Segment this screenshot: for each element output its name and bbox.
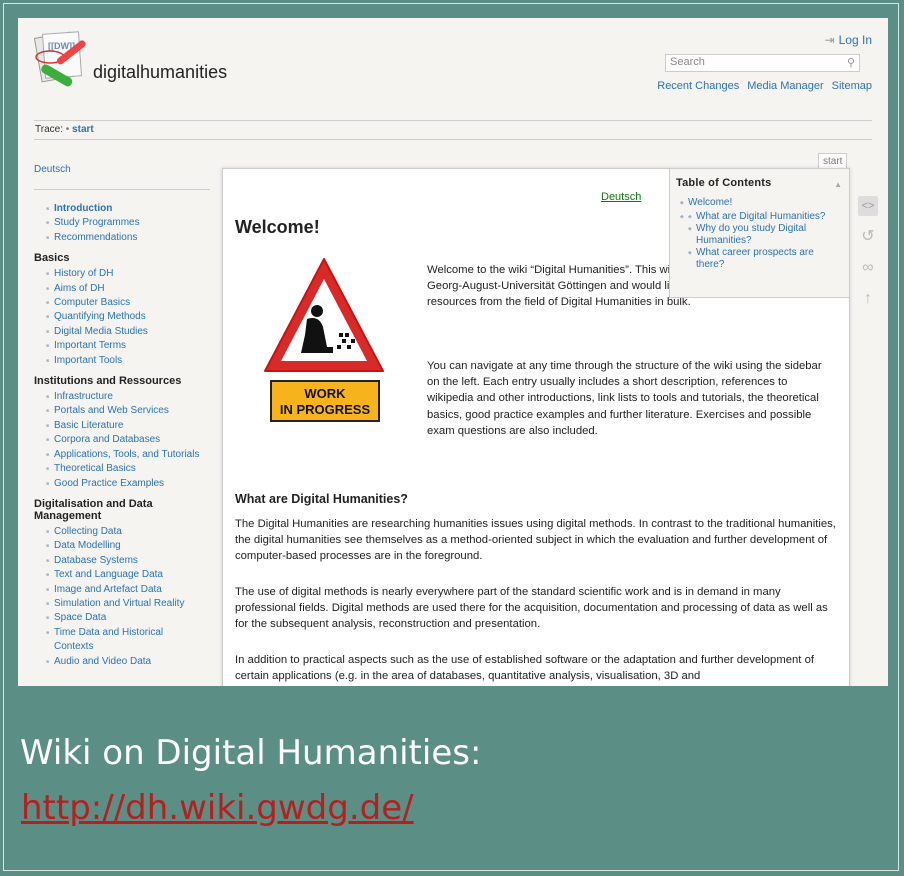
- sidebar-lang-link[interactable]: Deutsch: [34, 164, 224, 175]
- section-heading: What are Digital Humanities?: [235, 492, 408, 506]
- back-to-top-icon[interactable]: ↑: [858, 289, 878, 309]
- sidebar-item[interactable]: Basic Literature: [46, 419, 224, 434]
- sidebar-item[interactable]: Database Systems: [46, 554, 224, 569]
- sidebar-item[interactable]: Audio and Video Data: [46, 655, 224, 670]
- intro-paragraph-2: You can navigate at any time through the…: [427, 360, 822, 437]
- sidebar-heading-digitalisation: Digitalisation and Data Management: [34, 497, 153, 522]
- sidebar-item[interactable]: Data Modelling: [46, 539, 224, 554]
- login-icon: ⇥: [824, 33, 835, 47]
- sidebar-item[interactable]: Collecting Data: [46, 525, 224, 540]
- sidebar-item[interactable]: Quantifying Methods: [46, 310, 224, 325]
- backlinks-icon[interactable]: ∞: [858, 258, 878, 278]
- media-manager-link[interactable]: Media Manager: [747, 80, 823, 92]
- sidebar-item[interactable]: Applications, Tools, and Tutorials: [46, 448, 224, 463]
- sidebar-item[interactable]: Portals and Web Services: [46, 404, 224, 419]
- recent-changes-link[interactable]: Recent Changes: [657, 80, 739, 92]
- sidebar-item[interactable]: Good Practice Examples: [46, 477, 224, 492]
- sidebar-intro-list: Introduction Study Programmes Recommenda…: [34, 202, 224, 246]
- page-content: Deutsch Welcome! WORK IN PROGRESS Welcom…: [222, 168, 850, 686]
- sidebar-item[interactable]: Important Terms: [46, 339, 224, 354]
- sidebar-institutions-list: Infrastructure Portals and Web Services …: [34, 390, 224, 491]
- sidebar-item[interactable]: Image and Artefact Data: [46, 583, 224, 598]
- sidebar-item[interactable]: Space Data: [46, 611, 224, 626]
- page-title: Welcome!: [235, 217, 320, 237]
- toc-item[interactable]: What are Digital Humanities?: [688, 211, 849, 223]
- toc-title[interactable]: Table of Contents: [670, 169, 849, 191]
- revisions-icon[interactable]: ↺: [858, 227, 878, 247]
- sidebar-item[interactable]: Aims of DH: [46, 282, 224, 297]
- search-placeholder: Search: [670, 56, 705, 68]
- sidebar-divider: [34, 189, 210, 190]
- search-icon[interactable]: ⚲: [847, 56, 855, 69]
- sidebar-item-introduction[interactable]: Introduction: [46, 202, 224, 217]
- sidebar-item[interactable]: Theoretical Basics: [46, 462, 224, 477]
- sidebar-item[interactable]: History of DH: [46, 267, 224, 282]
- sidebar-item[interactable]: Computer Basics: [46, 296, 224, 311]
- page-tools: <> ↺ ∞ ↑: [858, 196, 882, 320]
- toc-collapse-icon[interactable]: ▲: [834, 177, 842, 193]
- header-divider: [34, 120, 872, 121]
- slide-caption: Wiki on Digital Humanities:: [20, 733, 482, 773]
- site-title[interactable]: digitalhumanities: [93, 62, 227, 83]
- sidebar-item[interactable]: Simulation and Virtual Reality: [46, 597, 224, 612]
- paragraph: The Digital Humanities are researching h…: [235, 518, 836, 563]
- sidebar-item[interactable]: Infrastructure: [46, 390, 224, 405]
- sidebar-heading-basics: Basics: [34, 252, 70, 265]
- wip-label-line1: WORK: [304, 386, 346, 401]
- trace-divider: [34, 139, 872, 140]
- breadcrumb: Trace: • start: [35, 124, 94, 135]
- show-source-icon[interactable]: <>: [858, 196, 878, 216]
- top-links: Recent Changes Media Manager Sitemap: [657, 80, 872, 92]
- toc-item[interactable]: Why do you study Digital Humanities?: [688, 223, 836, 247]
- page-id-tab: start: [818, 153, 848, 169]
- sidebar-item[interactable]: Important Tools: [46, 354, 224, 369]
- table-of-contents: Table of Contents ▲ Welcome! What are Di…: [669, 169, 849, 298]
- sidebar-item[interactable]: Time Data and Historical Contexts: [46, 626, 174, 655]
- sitemap-link[interactable]: Sitemap: [832, 80, 872, 92]
- content-lang-link[interactable]: Deutsch: [601, 189, 641, 205]
- dokuwiki-logo: [[DW]]: [33, 31, 86, 87]
- paragraph: The use of digital methods is nearly eve…: [235, 586, 828, 631]
- login-link[interactable]: ⇥ Log In: [825, 33, 872, 47]
- sidebar-digitalisation-list: Collecting Data Data Modelling Database …: [34, 525, 224, 669]
- sidebar-item-recommendations[interactable]: Recommendations: [46, 231, 224, 246]
- sidebar-item-study-programmes[interactable]: Study Programmes: [46, 216, 224, 231]
- breadcrumb-start[interactable]: start: [72, 124, 94, 135]
- wiki-screenshot: [[DW]] digitalhumanities ⇥ Log In Search…: [18, 18, 888, 686]
- toc-item-welcome[interactable]: Welcome!: [680, 197, 849, 209]
- sidebar-heading-institutions: Institutions and Ressources: [34, 375, 182, 388]
- paragraph: In addition to practical aspects such as…: [235, 654, 815, 683]
- sidebar-basics-list: History of DH Aims of DH Computer Basics…: [34, 267, 224, 368]
- search-input[interactable]: Search ⚲: [665, 54, 860, 72]
- toc-item[interactable]: What career prospects are there?: [688, 247, 836, 271]
- sidebar-item[interactable]: Text and Language Data: [46, 568, 224, 583]
- wiki-url-link[interactable]: http://dh.wiki.gwdg.de/: [21, 788, 414, 828]
- login-label: Log In: [838, 33, 872, 47]
- wip-label-line2: IN PROGRESS: [280, 402, 371, 417]
- sidebar-item[interactable]: Digital Media Studies: [46, 325, 224, 340]
- sidebar: Deutsch Introduction Study Programmes Re…: [34, 164, 224, 669]
- sidebar-item[interactable]: Corpora and Databases: [46, 433, 224, 448]
- work-in-progress-sign: WORK IN PROGRESS: [264, 258, 384, 422]
